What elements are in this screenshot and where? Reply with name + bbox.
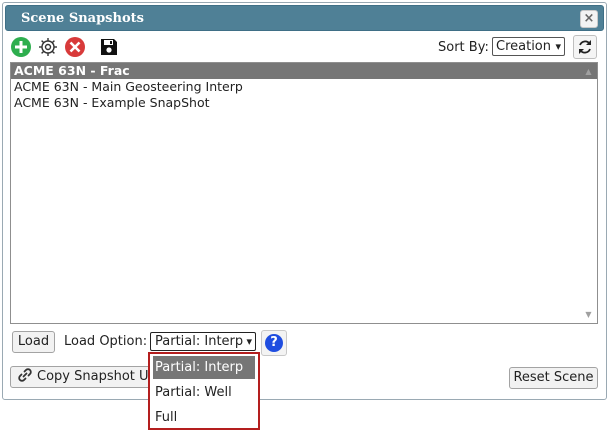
help-button[interactable]: ? <box>261 330 287 356</box>
add-snapshot-button[interactable] <box>10 36 32 58</box>
close-icon: × <box>583 11 595 26</box>
add-icon <box>11 37 31 57</box>
chevron-down-icon: ▾ <box>246 335 252 348</box>
help-icon: ? <box>265 334 283 352</box>
delete-icon <box>65 37 85 57</box>
refresh-icon <box>579 40 591 54</box>
sort-by-select[interactable]: Creation ▾ <box>492 37 565 56</box>
load-option-value: Partial: Interp <box>155 334 244 349</box>
dropdown-option-partial-well[interactable]: Partial: Well <box>150 381 258 404</box>
dropdown-option-partial-interp[interactable]: Partial: Interp <box>153 356 255 379</box>
list-item[interactable]: ACME 63N - Example SnapShot <box>11 95 597 111</box>
copy-snapshot-url-label: Copy Snapshot URL <box>37 369 160 384</box>
link-icon <box>18 368 32 382</box>
title-bar[interactable]: Scene Snapshots × <box>5 5 604 31</box>
settings-button[interactable] <box>37 36 59 58</box>
scroll-up-icon[interactable]: ▲ <box>584 67 593 76</box>
reset-scene-button[interactable]: Reset Scene <box>509 367 598 389</box>
sort-by-label: Sort By: <box>438 40 489 55</box>
load-option-dropdown: Partial: Interp Partial: Well Full <box>148 352 260 430</box>
delete-snapshot-button[interactable] <box>64 36 86 58</box>
sort-by-value: Creation <box>496 39 552 54</box>
save-button[interactable] <box>98 36 120 58</box>
snapshot-list[interactable]: ACME 63N - Frac ACME 63N - Main Geosteer… <box>10 62 598 324</box>
copy-snapshot-url-button[interactable]: Copy Snapshot URL <box>10 366 160 388</box>
load-option-select[interactable]: Partial: Interp ▾ <box>150 332 256 351</box>
chevron-down-icon: ▾ <box>555 40 561 53</box>
gear-icon <box>39 38 57 56</box>
load-option-label: Load Option: <box>64 334 148 349</box>
list-item[interactable]: ACME 63N - Main Geosteering Interp <box>11 79 597 95</box>
toolbar: Sort By: Creation ▾ <box>10 35 601 60</box>
scroll-down-icon[interactable]: ▼ <box>584 310 593 319</box>
dialog-title: Scene Snapshots <box>21 11 144 26</box>
save-icon <box>101 39 117 55</box>
close-button[interactable]: × <box>580 10 598 28</box>
dropdown-option-full[interactable]: Full <box>150 406 258 429</box>
list-item[interactable]: ACME 63N - Frac <box>11 63 597 79</box>
load-button[interactable]: Load <box>12 331 55 353</box>
refresh-button[interactable] <box>573 35 597 59</box>
